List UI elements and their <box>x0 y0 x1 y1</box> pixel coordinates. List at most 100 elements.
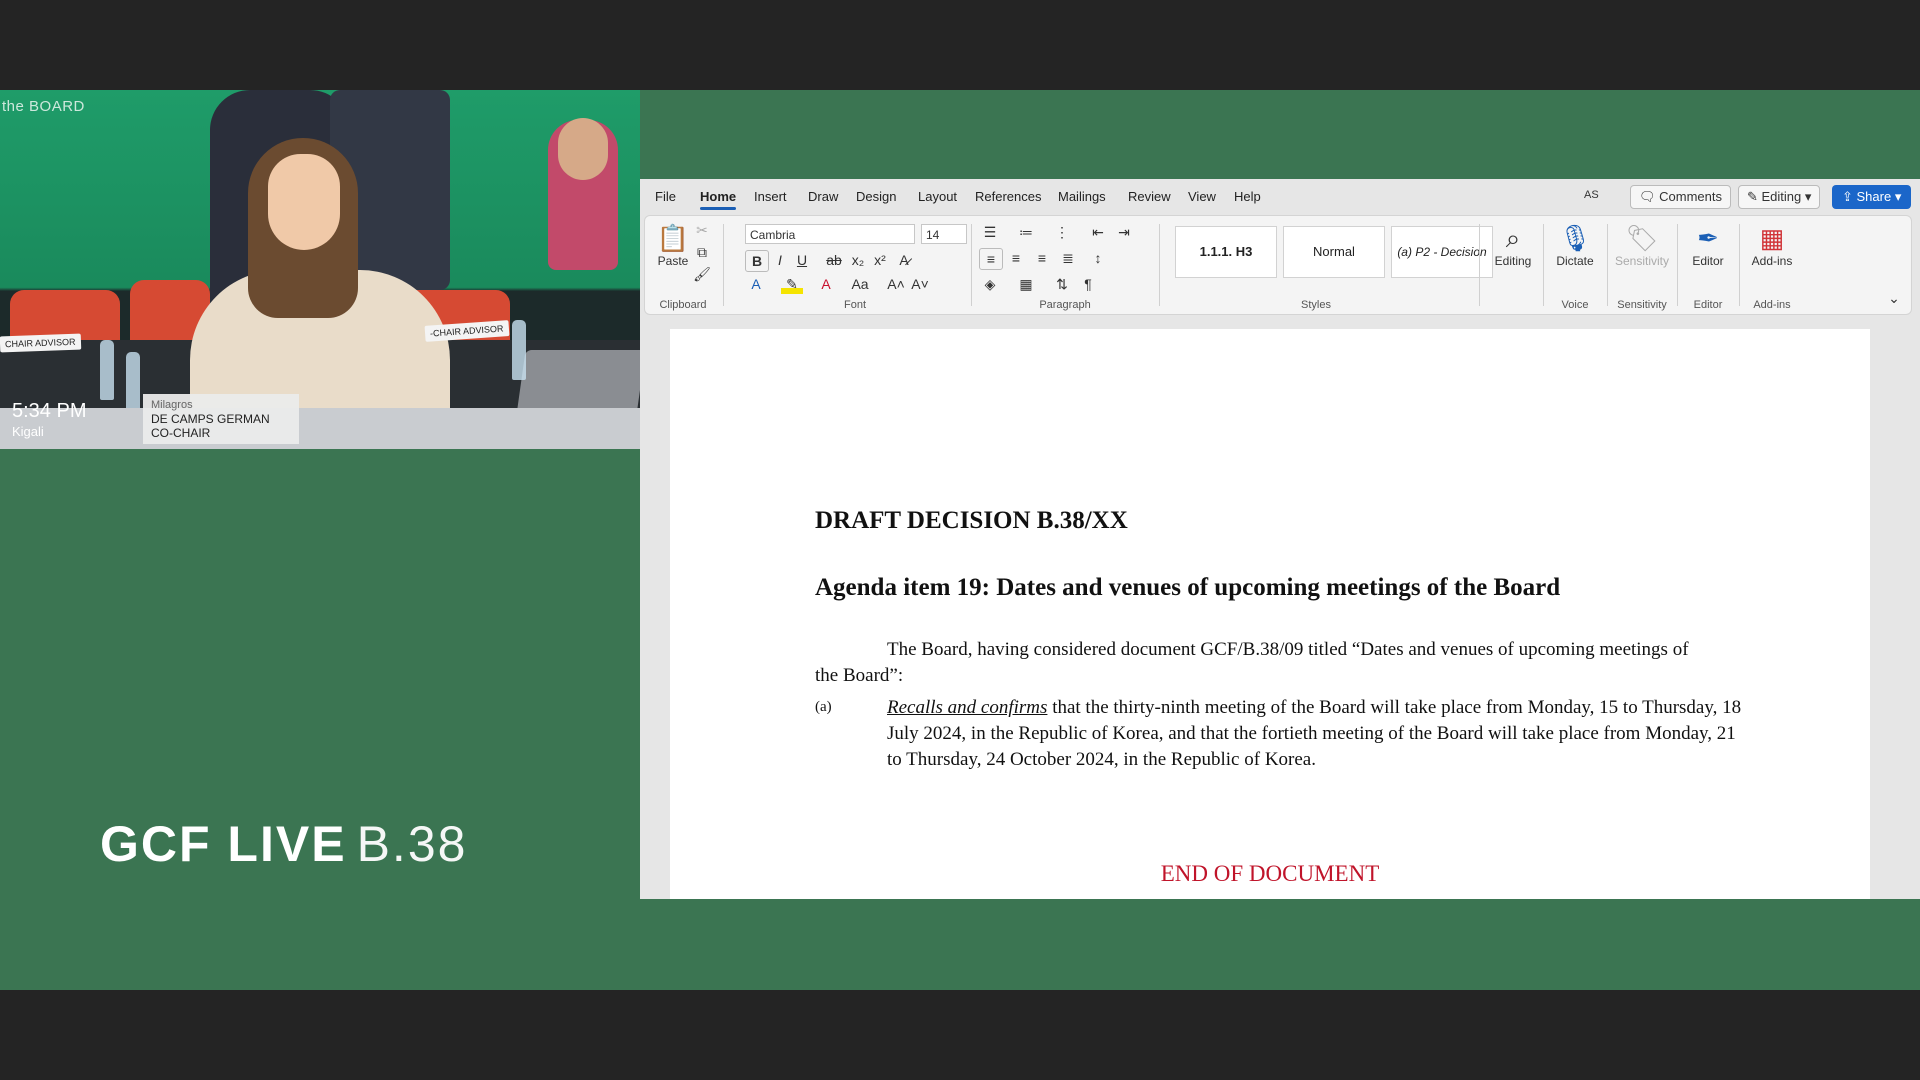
time-overlay: 5:34 PM Kigali <box>12 400 86 439</box>
addins-group: ▦ Add-ins Add-ins <box>1741 216 1803 314</box>
intro-paragraph: The Board, having considered document GC… <box>815 639 1689 686</box>
shading-icon[interactable]: ◈ <box>979 274 1001 294</box>
decrease-indent-icon[interactable]: ⇤ <box>1087 222 1109 242</box>
microphone-icon: 🎙 <box>1558 223 1592 253</box>
superscript-icon[interactable]: x² <box>869 250 891 270</box>
addins-label: Add-ins <box>1753 299 1791 311</box>
speaker-last-name: DE CAMPS GERMAN <box>151 412 270 426</box>
numbering-icon[interactable]: ≔ <box>1015 222 1037 242</box>
menu-draw[interactable]: Draw <box>808 189 838 204</box>
editing-mode-label: Editing <box>1761 189 1802 204</box>
dictate-label: Dictate <box>1556 254 1594 268</box>
divider <box>971 224 972 306</box>
menu-references[interactable]: References <box>975 189 1041 204</box>
strikethrough-icon[interactable]: ab <box>823 250 845 270</box>
paragraph-group: ☰ ≔ ⋮ ⇤ ⇥ ≡ ≡ ≡ ≣ ↕ ◈ ▦ ⇅ ¶ Paragraph <box>975 216 1155 314</box>
share-button[interactable]: ⇪ Share ▾ <box>1832 185 1912 209</box>
ribbon: 📋 Paste ✂ ⧉ 🖌 Clipboard Cambria 14 B I U… <box>644 215 1912 315</box>
sensitivity-button[interactable]: 🏷 Sensitivity <box>1611 222 1673 268</box>
style-p2-decision[interactable]: (a) P2 - Decision <box>1391 226 1493 278</box>
chevron-down-icon[interactable]: ⌄ <box>1883 288 1905 308</box>
speaker-name-tag: Milagros DE CAMPS GERMAN CO-CHAIR <box>143 394 299 444</box>
brand-main: GCF LIVE <box>100 816 347 872</box>
water-bottle <box>100 340 114 400</box>
editor-pen-icon: ✒ <box>1697 223 1719 253</box>
menu-help[interactable]: Help <box>1234 189 1261 204</box>
line-spacing-icon[interactable]: ↕ <box>1087 248 1109 268</box>
document-title: DRAFT DECISION B.38/XX <box>815 507 1128 534</box>
divider <box>1479 224 1480 306</box>
editor-group: ✒ Editor Editor <box>1679 216 1737 314</box>
word-window: File Home Insert Draw Design Layout Refe… <box>640 179 1920 899</box>
font-color-icon[interactable]: A <box>815 274 837 294</box>
find-editing-button[interactable]: ⌕ Editing <box>1483 222 1543 268</box>
sensitivity-group: 🏷 Sensitivity Sensitivity <box>1609 216 1675 314</box>
sensitivity-btn-label: Sensitivity <box>1614 254 1670 268</box>
style-normal[interactable]: Normal <box>1283 226 1385 278</box>
list-item-label: (a) <box>815 699 832 715</box>
align-center-icon[interactable]: ≡ <box>1005 248 1027 268</box>
brand-suffix: B.38 <box>356 816 468 872</box>
addins-button[interactable]: ▦ Add-ins <box>1745 222 1799 268</box>
local-time: 5:34 PM <box>12 400 87 422</box>
divider <box>1159 224 1160 306</box>
bullets-icon[interactable]: ☰ <box>979 222 1001 242</box>
menu-file[interactable]: File <box>655 189 676 204</box>
align-left-icon[interactable]: ≡ <box>979 248 1003 270</box>
menu-insert[interactable]: Insert <box>754 189 787 204</box>
italic-icon[interactable]: I <box>769 250 791 270</box>
borders-icon[interactable]: ▦ <box>1015 274 1037 294</box>
find-editing-label: Editing <box>1494 254 1532 268</box>
share-label: Share <box>1856 189 1892 204</box>
clear-formatting-icon[interactable]: A̷ <box>893 250 915 270</box>
comments-button[interactable]: 🗨 Comments <box>1630 185 1731 209</box>
menu-mailings[interactable]: Mailings <box>1058 189 1106 204</box>
event-brand: GCF LIVE B.38 <box>100 815 467 873</box>
dictate-button[interactable]: 🎙 Dictate <box>1549 222 1601 268</box>
desk-front <box>0 408 640 449</box>
user-avatar[interactable]: AS <box>1584 189 1599 201</box>
text-effects-icon[interactable]: A <box>745 274 767 294</box>
underline-icon[interactable]: U <box>791 250 813 270</box>
font-size-select[interactable]: 14 <box>921 224 967 244</box>
font-name-select[interactable]: Cambria <box>745 224 915 244</box>
justify-icon[interactable]: ≣ <box>1057 248 1079 268</box>
editor-button[interactable]: ✒ Editor <box>1683 222 1733 268</box>
grow-font-icon[interactable]: A˄ <box>885 274 907 294</box>
menu-home[interactable]: Home <box>700 189 737 210</box>
grid-icon: ▦ <box>1759 223 1785 253</box>
align-right-icon[interactable]: ≡ <box>1031 248 1053 268</box>
menu-design[interactable]: Design <box>856 189 896 204</box>
water-bottle <box>512 320 526 380</box>
editing-mode-button[interactable]: ✎ Editing ▾ <box>1738 185 1821 209</box>
menu-bar: File Home Insert Draw Design Layout Refe… <box>640 179 1920 215</box>
camera-wall-text: the BOARD <box>2 98 85 115</box>
menu-layout[interactable]: Layout <box>918 189 957 204</box>
water-bottle <box>126 352 140 412</box>
menu-view[interactable]: View <box>1188 189 1216 204</box>
shrink-font-icon[interactable]: A˅ <box>909 274 931 294</box>
speaker-first-name: Milagros <box>151 399 193 411</box>
style-h3[interactable]: 1.1.1. H3 <box>1175 226 1277 278</box>
increase-indent-icon[interactable]: ⇥ <box>1113 222 1135 242</box>
change-case-icon[interactable]: Aa <box>849 274 871 294</box>
styles-label: Styles <box>1301 299 1331 311</box>
document-area[interactable]: DRAFT DECISION B.38/XX Agenda item 19: D… <box>640 319 1920 899</box>
voice-group: 🎙 Dictate Voice <box>1545 216 1605 314</box>
city-label: Kigali <box>12 424 44 439</box>
editor-label: Editor <box>1693 299 1723 311</box>
subscript-icon[interactable]: x₂ <box>847 250 869 270</box>
document-page[interactable]: DRAFT DECISION B.38/XX Agenda item 19: D… <box>670 329 1870 899</box>
highlight-icon[interactable]: ✎ <box>781 274 803 294</box>
menu-review[interactable]: Review <box>1128 189 1171 204</box>
bold-icon[interactable]: B <box>745 250 769 272</box>
divider <box>1677 224 1678 306</box>
styles-group: 1.1.1. H3 Normal (a) P2 - Decision Style… <box>1163 216 1493 314</box>
font-label: Font <box>843 299 866 311</box>
show-marks-icon[interactable]: ¶ <box>1077 274 1099 294</box>
end-of-document: END OF DOCUMENT <box>1160 861 1380 886</box>
sort-icon[interactable]: ⇅ <box>1051 274 1073 294</box>
multilevel-list-icon[interactable]: ⋮ <box>1051 222 1073 242</box>
paragraph-label: Paragraph <box>1039 299 1091 311</box>
editor-btn-label: Editor <box>1692 254 1724 268</box>
